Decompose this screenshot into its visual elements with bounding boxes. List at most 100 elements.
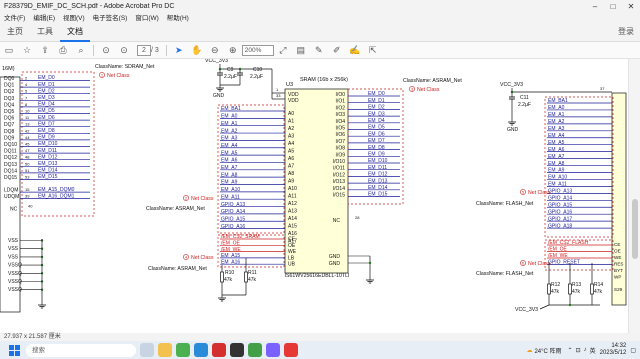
terminal-icon[interactable] — [230, 343, 244, 357]
sdram-pin-name: DQ1 — [4, 83, 15, 89]
maximize-icon[interactable]: □ — [604, 2, 622, 11]
login-button[interactable]: 登录 — [618, 26, 634, 37]
u3-part-number: IS61WV25616EDBLL-10TLI — [285, 273, 350, 279]
flash-control-pin: CE — [614, 242, 620, 247]
c11-value: 2.2µF — [518, 102, 531, 108]
zoom-select[interactable]: 200% — [241, 44, 274, 56]
sram-address-net: EM_BA1 — [221, 106, 241, 112]
sdram-pin-name: DQ12 — [4, 155, 17, 161]
schematic-canvas: 16M) ClassName: SDRAM_Net 1 Net Class DQ0 2 EM… — [0, 59, 627, 313]
app-icon[interactable] — [266, 343, 280, 357]
sram-control-pin: CE — [288, 237, 296, 243]
star-icon[interactable]: ☆ — [18, 43, 36, 58]
volume-icon[interactable]: ♪ — [584, 347, 587, 353]
next-page-icon[interactable]: ⊙ — [115, 43, 133, 58]
sram-address-pin: A6 — [288, 156, 294, 162]
chrome-icon[interactable] — [176, 343, 190, 357]
notification-icon[interactable]: ▢ — [630, 347, 636, 354]
sram-data-net: EM_D10 — [368, 158, 388, 164]
sdram-pin-name: DQ6 — [4, 116, 15, 122]
sram-address-net: EM_A5 — [221, 150, 238, 156]
zoom-in-icon[interactable]: ⊕ — [224, 43, 242, 58]
taskbar-search-input[interactable]: 搜索 — [26, 343, 136, 357]
edge-icon[interactable] — [194, 343, 208, 357]
windows-start-icon[interactable] — [6, 342, 22, 358]
sdram-pin-name: DQ9 — [4, 135, 15, 141]
scrollbar-thumb[interactable] — [632, 199, 638, 259]
upload-icon[interactable]: ⇪ — [36, 43, 54, 58]
sram-address-pin: A8 — [288, 171, 294, 177]
r13-ref: R13 — [572, 282, 581, 288]
app-icon-2[interactable] — [284, 343, 298, 357]
sdram-pin-number: 42 — [25, 128, 30, 133]
network-icon[interactable]: ⊡ — [576, 347, 581, 354]
document-page[interactable]: 16M) ClassName: SDRAM_Net 1 Net Class DQ0 2 EM… — [0, 59, 628, 333]
flash-address-net: GPIO_A17 — [548, 216, 572, 222]
explorer-icon[interactable] — [158, 343, 172, 357]
net-class-label: Net Class — [191, 196, 214, 202]
chevron-up-icon[interactable]: ⌃ — [568, 347, 573, 354]
flash-control-pin: WP — [614, 275, 621, 280]
tab-home[interactable]: 主页 — [0, 22, 30, 42]
c10-value: 2.2µF — [250, 74, 263, 80]
net-class-label: Net Class — [417, 87, 440, 93]
system-tray: ☁ 24°C 阵雨 ⌃ ⊡ ♪ 英 14:32 2023/5/12 ▢ — [526, 341, 636, 359]
print-icon[interactable]: ⎙ — [54, 43, 72, 58]
sdram-vss-pin: VSS — [8, 238, 19, 244]
weather-text[interactable]: 24°C 阵雨 — [534, 346, 561, 355]
gnd-label-2: GND — [507, 127, 519, 133]
tab-document[interactable]: 文档 — [60, 22, 90, 42]
sram-data-net: EM_D6 — [368, 131, 385, 137]
sram-address-pin: A0 — [288, 111, 294, 117]
sram-nc-pin: NC — [333, 218, 341, 224]
sram-data-net: EM_D1 — [368, 98, 385, 104]
toolbar: ▭ ☆ ⇪ ⎙ ⌕ ⊙ ⊙ 2 / 3 ➤ ✋ ⊖ ⊕ 200% ⤢ ▤ ✎ ✐… — [0, 42, 640, 59]
sram-address-net: EM_A0 — [221, 114, 238, 120]
comment-icon[interactable]: ✎ — [310, 43, 328, 58]
clock[interactable]: 14:32 2023/5/12 — [600, 343, 627, 357]
sram-control-net: /EM_OE — [221, 241, 241, 247]
search-icon[interactable]: ⌕ — [72, 43, 90, 58]
weather-icon[interactable]: ☁ — [526, 347, 532, 354]
sram-address-net: GPIO_A16 — [221, 224, 245, 230]
sram-address-net: GPIO_A13 — [221, 202, 245, 208]
hand-tool-icon[interactable]: ✋ — [188, 43, 206, 58]
sdram-pin-name: DQ13 — [4, 162, 17, 168]
minimize-icon[interactable]: – — [586, 2, 604, 11]
sdram-vss-pin: VSSQ — [8, 287, 22, 293]
zoom-out-icon[interactable]: ⊖ — [206, 43, 224, 58]
sram-data-net: EM_D2 — [368, 105, 385, 111]
sram-io-pin: I/O1 — [336, 99, 346, 105]
menu-view[interactable]: 视图(V) — [59, 12, 89, 22]
menu-sign[interactable]: 电子签名(S) — [89, 12, 132, 22]
scroll-mode-icon[interactable]: ▤ — [292, 43, 310, 58]
save-icon[interactable]: ▭ — [0, 43, 18, 58]
sram-address-net: EM_A8 — [221, 172, 238, 178]
task-view-icon[interactable] — [140, 343, 154, 357]
sram-address-pin: A1 — [288, 119, 294, 125]
sign-icon[interactable]: ✍ — [346, 43, 364, 58]
prev-page-icon[interactable]: ⊙ — [97, 43, 115, 58]
tab-tools[interactable]: 工具 — [30, 22, 60, 42]
menu-window[interactable]: 窗口(W) — [131, 12, 162, 22]
menu-help[interactable]: 帮助(H) — [163, 12, 193, 22]
net-class-label: Net Class — [528, 190, 551, 196]
r10-ref: R10 — [225, 270, 234, 276]
ime-lang[interactable]: 英 — [590, 346, 596, 355]
page-number-input[interactable]: 2 — [137, 44, 151, 56]
vertical-scrollbar[interactable] — [628, 59, 640, 333]
acrobat-icon[interactable] — [212, 343, 226, 357]
sram-address-pin: A12 — [288, 201, 297, 207]
menu-edit[interactable]: 编辑(E) — [29, 12, 59, 22]
sram-control-pin: LB — [288, 255, 295, 261]
share-icon[interactable]: ⇱ — [364, 43, 382, 58]
highlight-icon[interactable]: ✐ — [328, 43, 346, 58]
sdram-data-net: EM_D1 — [38, 82, 55, 88]
menu-file[interactable]: 文件(F) — [0, 12, 29, 22]
r11-ref: R11 — [248, 270, 257, 276]
wechat-icon[interactable] — [248, 343, 262, 357]
select-arrow-icon[interactable]: ➤ — [170, 43, 188, 58]
fit-page-icon[interactable]: ⤢ — [274, 43, 292, 58]
sdram-data-net: EM_D9 — [38, 135, 55, 141]
close-icon[interactable]: ✕ — [622, 2, 640, 11]
